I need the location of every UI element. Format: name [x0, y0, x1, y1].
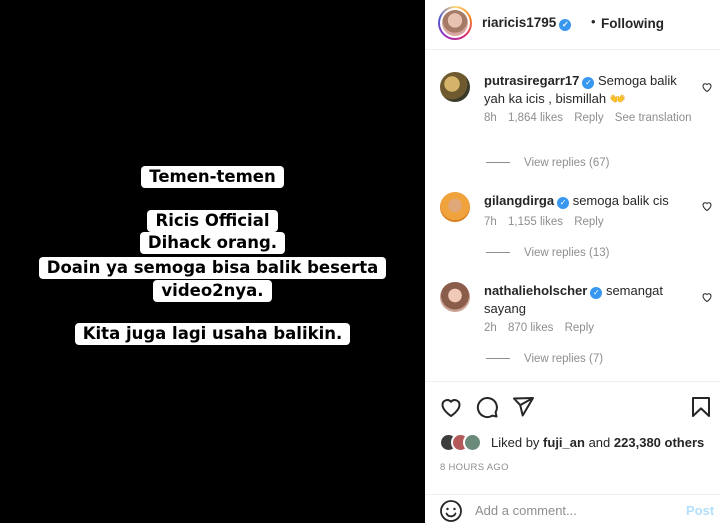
- following-button[interactable]: Following: [601, 16, 664, 31]
- avatar[interactable]: [440, 282, 470, 312]
- likes-text: Liked by fuji_an and 223,380 others: [491, 435, 704, 450]
- comment-composer: Post: [425, 494, 720, 523]
- header-username-link[interactable]: riaricis1795 ✓: [482, 15, 572, 31]
- verified-icon: ✓: [582, 77, 595, 89]
- heart-icon[interactable]: [701, 291, 713, 303]
- comment-input[interactable]: [475, 500, 675, 520]
- caption-line: Dihack orang.: [0, 232, 425, 254]
- caption-line: Temen-temen: [0, 166, 425, 188]
- heart-icon[interactable]: [439, 395, 463, 419]
- comment-time[interactable]: 8h: [484, 112, 497, 124]
- post-media[interactable]: Temen-temen Ricis Official Dihack orang.…: [0, 0, 425, 523]
- emoji-icon[interactable]: [439, 499, 463, 523]
- comment-time[interactable]: 7h: [484, 216, 497, 228]
- post-button[interactable]: Post: [686, 503, 714, 518]
- reply-button[interactable]: Reply: [574, 112, 603, 124]
- heart-icon[interactable]: [701, 200, 713, 212]
- caption-line: Ricis Official: [0, 210, 425, 232]
- caption-text: Kita juga lagi usaha balikin.: [74, 323, 351, 345]
- comment-text: nathalieholscher ✓ semangat sayang: [484, 282, 689, 318]
- separator-dot: •: [591, 14, 596, 29]
- share-icon[interactable]: [511, 395, 535, 419]
- header-username: riaricis1795: [482, 15, 557, 30]
- divider: [486, 358, 510, 360]
- comment-text: gilangdirga ✓ semoga balik cis: [484, 192, 689, 210]
- caption-text: video2nya.: [153, 280, 272, 302]
- view-replies-button[interactable]: View replies (7): [486, 353, 603, 365]
- avatar-photo: [442, 10, 468, 36]
- comment-meta: 2h 870 likes Reply: [484, 322, 602, 334]
- post-header: riaricis1795 ✓ • Following: [425, 0, 720, 50]
- comment-icon[interactable]: [475, 395, 499, 419]
- post-timestamp[interactable]: 8 HOURS AGO: [440, 462, 509, 473]
- likes-others-link[interactable]: 223,380 others: [614, 435, 704, 450]
- comment-time[interactable]: 2h: [484, 322, 497, 334]
- divider: [486, 252, 510, 254]
- view-replies-button[interactable]: View replies (67): [486, 157, 609, 169]
- verified-icon: ✓: [559, 19, 572, 31]
- avatar: [463, 433, 482, 452]
- view-replies-label: View replies (67): [524, 157, 610, 169]
- divider: [486, 162, 510, 164]
- comment-text: putrasiregarr17 ✓ Semoga balik yah ka ici…: [484, 72, 689, 108]
- caption-text: Temen-temen: [141, 166, 284, 188]
- verified-icon: ✓: [590, 287, 603, 299]
- see-translation-button[interactable]: See translation: [615, 112, 692, 124]
- view-replies-button[interactable]: View replies (13): [486, 247, 609, 259]
- avatar-ring-inner: [440, 8, 470, 38]
- caption-text: Doain ya semoga bisa balik beserta: [38, 257, 387, 279]
- likes-user-link[interactable]: fuji_an: [543, 435, 585, 450]
- verified-icon: ✓: [557, 197, 570, 209]
- comment-likes[interactable]: 1,155 likes: [508, 216, 563, 228]
- caption-text: Ricis Official: [147, 210, 278, 232]
- reply-button[interactable]: Reply: [565, 322, 594, 334]
- caption-text: Dihack orang.: [139, 232, 286, 254]
- comment-likes[interactable]: 1,864 likes: [508, 112, 563, 124]
- view-replies-label: View replies (13): [524, 247, 610, 259]
- avatar[interactable]: [440, 72, 470, 102]
- heart-icon[interactable]: [701, 81, 713, 93]
- view-replies-label: View replies (7): [524, 353, 604, 365]
- comment-username[interactable]: putrasiregarr17: [484, 73, 579, 88]
- comment-body: semoga balik cis: [572, 193, 669, 208]
- avatar[interactable]: [440, 192, 470, 222]
- caption-line: Doain ya semoga bisa balik beserta: [0, 257, 425, 279]
- post-sidebar: riaricis1795 ✓ • Following putrasiregarr1…: [425, 0, 720, 523]
- avatar[interactable]: [438, 6, 472, 40]
- reply-button[interactable]: Reply: [574, 216, 603, 228]
- comment-likes[interactable]: 870 likes: [508, 322, 553, 334]
- likes-prefix: Liked by: [491, 435, 540, 450]
- comment-username[interactable]: nathalieholscher: [484, 283, 587, 298]
- comment-username[interactable]: gilangdirga: [484, 193, 554, 208]
- likes-and: and: [588, 435, 611, 450]
- comment-meta: 7h 1,155 likes Reply: [484, 216, 612, 228]
- caption-line: video2nya.: [0, 280, 425, 302]
- bookmark-icon[interactable]: [689, 395, 713, 419]
- comment-meta: 8h 1,864 likes Reply See translation: [484, 112, 700, 124]
- caption-line: Kita juga lagi usaha balikin.: [0, 323, 425, 345]
- hands-emoji: 👐: [609, 91, 626, 106]
- post-actions-section: Liked by fuji_an and 223,380 others 8 HO…: [425, 381, 720, 523]
